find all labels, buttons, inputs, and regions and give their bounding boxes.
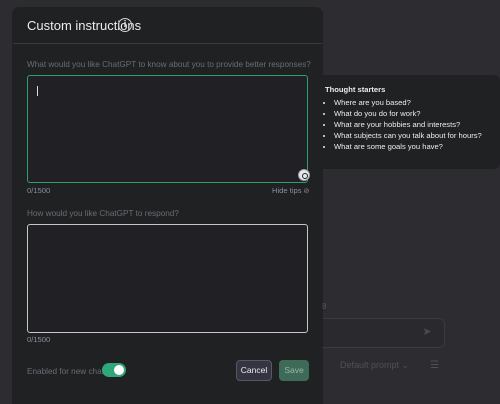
thought-starters-panel: Thought starters Where are you based? Wh… — [318, 75, 500, 169]
thought-starters-title: Thought starters — [325, 85, 386, 94]
sliders-icon: ☰ — [430, 360, 439, 371]
modal-header: Custom instructions i — [13, 8, 322, 44]
respond-textarea[interactable] — [27, 224, 308, 333]
text-caret — [37, 86, 38, 96]
toggle-knob — [114, 365, 124, 375]
list-item: What are some goals you have? — [334, 141, 500, 152]
save-button[interactable]: Save — [279, 360, 309, 381]
list-item: What are your hobbies and interests? — [334, 119, 500, 130]
respond-counter: 0/1500 — [27, 335, 51, 344]
list-item: What subjects can you talk about for hou… — [334, 130, 500, 141]
question-about-you-label: What would you like ChatGPT to know abou… — [27, 60, 311, 69]
about-you-counter: 0/1500 — [27, 186, 51, 195]
hide-tips-button[interactable]: Hide tips ⊘ — [272, 186, 309, 195]
list-item: What do you do for work? — [334, 108, 500, 119]
enabled-for-new-chats-label: Enabled for new chats — [27, 367, 109, 376]
about-you-textarea[interactable] — [27, 75, 310, 183]
question-respond-label: How would you like ChatGPT to respond? — [27, 209, 179, 218]
custom-instructions-modal: Custom instructions i What would you lik… — [13, 8, 322, 404]
grammarly-icon[interactable] — [298, 169, 310, 181]
info-circle-icon[interactable]: i — [118, 18, 132, 32]
thought-starters-list: Where are you based? What do you do for … — [324, 97, 500, 152]
list-item: Where are you based? — [334, 97, 500, 108]
enabled-toggle[interactable] — [102, 363, 126, 377]
cancel-button[interactable]: Cancel — [236, 360, 272, 381]
background-label: 8 — [322, 302, 327, 311]
background-prompt-selector: Default prompt ⌄ — [340, 360, 410, 370]
hide-tips-label: Hide tips — [272, 186, 302, 195]
eye-off-icon: ⊘ — [303, 188, 310, 195]
send-arrow-icon: ➤ — [422, 326, 432, 338]
